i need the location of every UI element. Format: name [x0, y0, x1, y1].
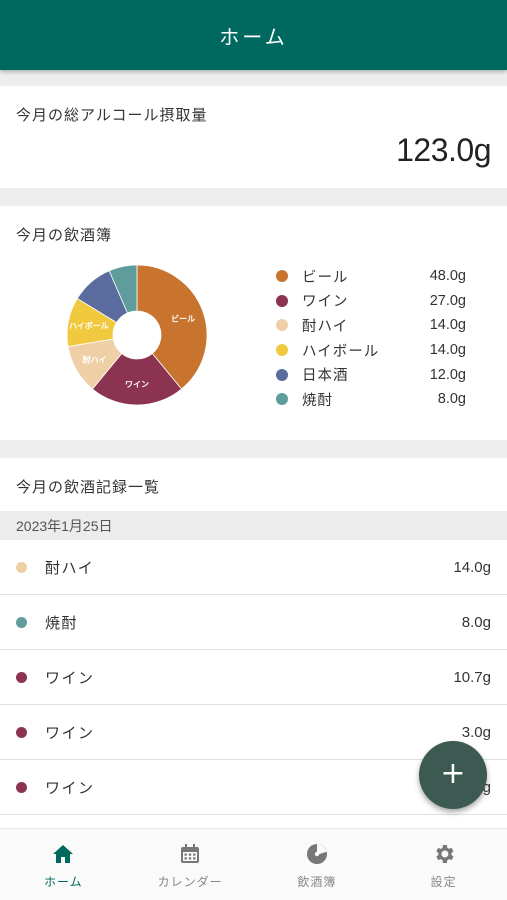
- nav-item-home[interactable]: ホーム: [0, 829, 127, 900]
- record-drink-name: 酎ハイ: [45, 558, 95, 577]
- legend-label: ワイン: [302, 294, 349, 311]
- legend-value: 48.0g: [429, 268, 466, 285]
- legend-value: 12.0g: [429, 366, 466, 383]
- legend-value: 8.0g: [437, 391, 466, 408]
- drink-color-dot: [16, 616, 27, 628]
- record-row[interactable]: 焼酎 8.0g: [0, 595, 507, 650]
- chart-card-title: 今月の飲酒簿: [16, 226, 113, 244]
- donut-chart: ビールワイン 酎ハイ ハイボール: [66, 264, 208, 406]
- nav-item-drinking-log[interactable]: 飲酒簿: [254, 829, 381, 900]
- pie-chart-icon: [304, 841, 330, 867]
- legend-item: ハイボール 14.0g: [276, 338, 466, 363]
- drink-color-dot: [16, 781, 27, 793]
- legend-dot: [276, 393, 288, 406]
- legend-value: 27.0g: [429, 292, 466, 309]
- pie-slice-label: 酎ハイ: [83, 355, 107, 365]
- drink-color-dot: [16, 561, 27, 573]
- record-drink-name: 焼酎: [45, 613, 79, 632]
- legend-dot: [276, 294, 288, 307]
- page-title: ホーム: [219, 24, 288, 49]
- app-bar: ホーム: [0, 0, 507, 70]
- legend-dot: [276, 368, 288, 381]
- legend-label: 焼酎: [302, 392, 333, 409]
- record-amount: 14.0g: [453, 558, 491, 576]
- nav-label: 設定: [430, 875, 457, 889]
- records-card-title: 今月の飲酒記録一覧: [16, 478, 161, 496]
- record-drink-name: ワイン: [45, 778, 95, 797]
- drinking-chart-card: 今月の飲酒簿 ビール ワイン 酎ハイ ハイボール ビール 48.0g ワイン 27.0…: [0, 206, 507, 440]
- bottom-navigation: ホーム カレンダー 飲酒簿 設定: [0, 828, 507, 900]
- pie-slice-label: ビール: [171, 313, 195, 323]
- record-amount: 10.7g: [453, 668, 491, 686]
- legend-dot: [276, 344, 288, 357]
- add-record-button[interactable]: +: [419, 741, 487, 809]
- nav-label: カレンダー: [157, 875, 223, 889]
- date-header: 2023年1月25日: [0, 511, 507, 540]
- legend-dot: [276, 270, 288, 283]
- nav-label: 飲酒簿: [297, 875, 337, 889]
- nav-item-calendar[interactable]: カレンダー: [127, 829, 254, 900]
- calendar-icon: [177, 841, 203, 867]
- record-row[interactable]: 酎ハイ 14.0g: [0, 540, 507, 595]
- chart-legend: ビール 48.0g ワイン 27.0g 酎ハイ 14.0g ハイボール 14.0…: [276, 264, 466, 412]
- pie-slice-label: ワイン: [125, 380, 149, 389]
- record-row[interactable]: ワイン 10.7g: [0, 650, 507, 705]
- drink-color-dot: [16, 671, 27, 683]
- record-drink-name: ワイン: [45, 668, 95, 687]
- gear-icon: [431, 841, 457, 867]
- legend-item: 日本酒 12.0g: [276, 362, 466, 387]
- pie-chart-container: ビールワイン 酎ハイ ハイボール: [64, 262, 210, 408]
- legend-label: ビール: [302, 269, 349, 286]
- legend-value: 14.0g: [429, 317, 466, 334]
- legend-dot: [276, 319, 288, 332]
- record-amount: 3.0g: [461, 723, 491, 741]
- pie-slice-label: ハイボール: [69, 321, 109, 331]
- legend-item: 酎ハイ 14.0g: [276, 313, 466, 338]
- legend-item: ビール 48.0g: [276, 264, 466, 289]
- legend-item: ワイン 27.0g: [276, 289, 466, 314]
- drink-color-dot: [16, 726, 27, 738]
- record-drink-name: ワイン: [45, 723, 95, 742]
- home-icon: [50, 841, 76, 867]
- total-alcohol-title: 今月の総アルコール摂取量: [16, 106, 208, 124]
- legend-label: 酎ハイ: [302, 318, 349, 335]
- record-amount: 8.0g: [461, 613, 491, 631]
- legend-label: ハイボール: [302, 343, 380, 360]
- nav-label: ホーム: [44, 875, 83, 889]
- plus-icon: +: [440, 756, 466, 791]
- total-alcohol-card: 今月の総アルコール摂取量 123.0g: [0, 86, 507, 188]
- legend-label: 日本酒: [302, 368, 349, 385]
- legend-value: 14.0g: [429, 342, 466, 359]
- legend-item: 焼酎 8.0g: [276, 387, 466, 412]
- total-alcohol-value: 123.0g: [396, 132, 491, 168]
- nav-item-settings[interactable]: 設定: [380, 829, 507, 900]
